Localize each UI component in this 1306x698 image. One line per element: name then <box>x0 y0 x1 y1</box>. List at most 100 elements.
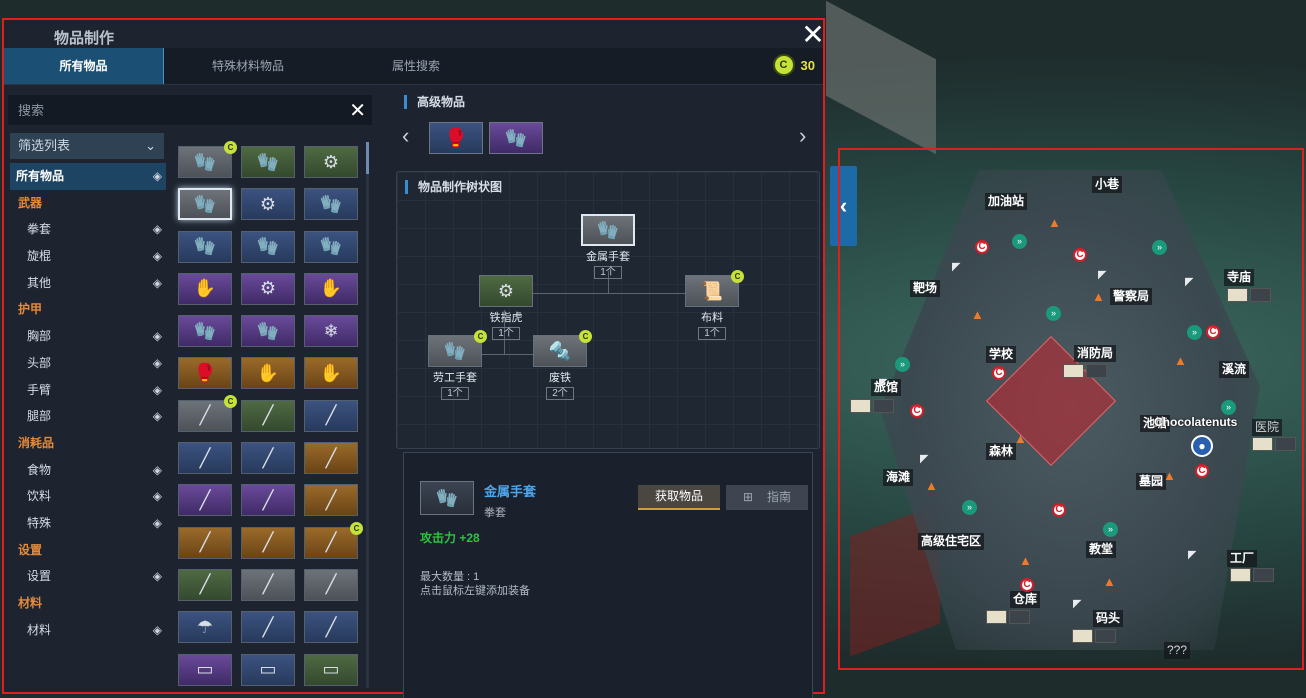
category-group[interactable]: 设置 <box>10 537 166 564</box>
item-slot[interactable]: ╱ <box>304 611 358 644</box>
search-input[interactable] <box>8 95 338 125</box>
item-slot[interactable]: ☂ <box>178 611 232 644</box>
item-slot[interactable]: 🧤 <box>241 315 295 348</box>
item-slot[interactable]: ╱ <box>178 568 232 601</box>
category-item[interactable]: 材料 ◈ <box>10 617 166 644</box>
map-label-factory[interactable]: 工厂 <box>1227 550 1258 567</box>
diamond-icon: ◈ <box>152 409 162 424</box>
item-slot[interactable]: ▭ <box>178 653 232 686</box>
category-group[interactable]: 消耗品 <box>10 430 166 457</box>
category-item[interactable]: 手臂 ◈ <box>10 377 166 404</box>
item-slot[interactable]: ╱ <box>241 442 295 475</box>
item-slot[interactable]: ╱ <box>304 484 358 517</box>
filter-dropdown[interactable]: 筛选列表 ⌄ <box>10 133 164 159</box>
category-item[interactable]: 旋棍 ◈ <box>10 243 166 270</box>
item-slot[interactable]: ╱ <box>304 399 358 432</box>
item-slot[interactable]: ╱ <box>178 484 232 517</box>
item-slot[interactable]: ⚙ <box>241 272 295 305</box>
map-label-alley[interactable]: 小巷 <box>1092 176 1123 193</box>
tree-node-work-glove[interactable]: 🧤 C 劳工手套 1个 <box>428 330 487 400</box>
item-slot[interactable]: ╱ <box>241 568 295 601</box>
item-slot[interactable]: ╱ C <box>304 521 363 559</box>
category-item[interactable]: 饮料 ◈ <box>10 483 166 510</box>
detail-item-stat: 攻击力 +28 <box>420 531 480 545</box>
category-group[interactable]: 材料 <box>10 590 166 617</box>
item-slot[interactable]: ▭ <box>304 653 358 686</box>
item-slot[interactable]: ▭ <box>241 653 295 686</box>
item-slot[interactable]: ❄ <box>304 315 358 348</box>
map-label-shooting-range[interactable]: 靶场 <box>910 280 941 297</box>
advanced-item-slot[interactable]: 🧤 <box>489 122 543 154</box>
item-slot[interactable]: 🧤 <box>178 315 232 348</box>
scrollbar-thumb[interactable] <box>366 142 369 174</box>
advanced-item-slot[interactable]: 🥊 <box>429 122 483 154</box>
item-slot[interactable]: 🥊 <box>178 357 232 390</box>
category-item[interactable]: 设置 ◈ <box>10 563 166 590</box>
player-avatar-icon[interactable]: ● <box>1191 435 1213 457</box>
tab-all-items[interactable]: 所有物品 <box>4 48 164 84</box>
map-label-warehouse[interactable]: 仓库 <box>1010 591 1041 608</box>
map-label-stream[interactable]: 溪流 <box>1219 361 1250 378</box>
map-label-fire-station[interactable]: 消防局 <box>1074 345 1117 362</box>
item-slot[interactable]: 🧤 <box>241 230 295 263</box>
map-label-chapel[interactable]: 教堂 <box>1086 541 1117 558</box>
guide-button[interactable]: ⊞ 指南 <box>726 485 808 510</box>
tab-special-materials[interactable]: 特殊材料物品 <box>164 48 332 84</box>
item-slot[interactable]: ╱ C <box>178 394 237 432</box>
item-slot[interactable]: 🧤 <box>304 188 358 221</box>
item-slot[interactable]: 🧤 <box>304 230 358 263</box>
item-slot[interactable]: 🧤 <box>241 146 295 178</box>
item-slot[interactable]: ╱ <box>304 568 358 601</box>
item-slot[interactable]: 🧤 <box>178 230 232 263</box>
map-label-gas-station[interactable]: 加油站 <box>985 193 1028 210</box>
category-group[interactable]: 护甲 <box>10 296 166 323</box>
category-item[interactable]: 其他 ◈ <box>10 270 166 297</box>
map-label-hospital[interactable]: 医院 <box>1252 419 1283 436</box>
tree-node-scrap[interactable]: 🔩 C 废铁 2个 <box>533 330 592 400</box>
item-slot[interactable]: ⚙ <box>304 146 358 178</box>
category-item[interactable]: 拳套 ◈ <box>10 216 166 243</box>
category-label: 设置 <box>18 542 43 557</box>
item-slot[interactable]: 🧤 C <box>178 141 237 178</box>
next-arrow-icon[interactable]: › <box>799 123 806 149</box>
category-item[interactable]: 腿部 ◈ <box>10 403 166 430</box>
item-slot[interactable]: ╱ <box>241 484 295 517</box>
item-slot[interactable]: ╱ <box>304 442 358 475</box>
close-icon[interactable]: ✕ <box>800 21 826 49</box>
category-item[interactable]: 食物 ◈ <box>10 457 166 484</box>
category-item[interactable]: 胸部 ◈ <box>10 323 166 350</box>
clear-search-icon[interactable]: ✕ <box>349 98 366 123</box>
item-slot[interactable]: ╱ <box>178 442 232 475</box>
item-slot[interactable]: ✋ <box>178 272 232 305</box>
category-all-items[interactable]: 所有物品 ◈ <box>10 163 166 190</box>
map-label-temple[interactable]: 寺庙 <box>1224 269 1255 286</box>
metal-glove-icon: 🧤 <box>596 219 620 240</box>
map-label-police-station[interactable]: 警察局 <box>1110 288 1153 305</box>
item-slot[interactable]: ✋ <box>304 272 358 305</box>
map-label-beach[interactable]: 海滩 <box>883 469 914 486</box>
item-slot[interactable]: ╱ <box>241 611 295 644</box>
item-slot[interactable]: ⚙ <box>241 188 295 221</box>
tree-node-cloth[interactable]: 📜 C 布料 1个 <box>685 270 744 340</box>
map-label-unknown[interactable]: ??? <box>1164 642 1191 659</box>
category-item[interactable]: 头部 ◈ <box>10 350 166 377</box>
map-label-forest[interactable]: 森林 <box>986 443 1017 460</box>
tree-node-metal-glove[interactable]: 🧤 金属手套 1个 <box>581 214 635 279</box>
tab-attribute-search[interactable]: 属性搜索 <box>332 48 500 84</box>
prev-arrow-icon[interactable]: ‹ <box>402 123 409 149</box>
item-slot[interactable]: ╱ <box>241 526 295 559</box>
item-slot[interactable]: ╱ <box>241 399 295 432</box>
item-slot[interactable]: ✋ <box>304 357 358 390</box>
item-grid-scrollbar[interactable] <box>366 142 369 688</box>
item-slot[interactable]: 🧤 <box>178 188 232 221</box>
category-item[interactable]: 特殊 ◈ <box>10 510 166 537</box>
map-label-dock[interactable]: 码头 <box>1093 610 1124 627</box>
tree-node-brass-knuckle[interactable]: ⚙ 铁指虎 1个 <box>479 275 533 340</box>
map-label-school[interactable]: 学校 <box>986 346 1017 363</box>
item-slot[interactable]: ╱ <box>178 526 232 559</box>
map-label-uptown[interactable]: 高级住宅区 <box>918 533 985 550</box>
get-item-button[interactable]: 获取物品 <box>638 485 720 510</box>
category-group[interactable]: 武器 <box>10 190 166 217</box>
map-label-cemetery[interactable]: 墓园 <box>1136 473 1167 490</box>
item-slot[interactable]: ✋ <box>241 357 295 390</box>
